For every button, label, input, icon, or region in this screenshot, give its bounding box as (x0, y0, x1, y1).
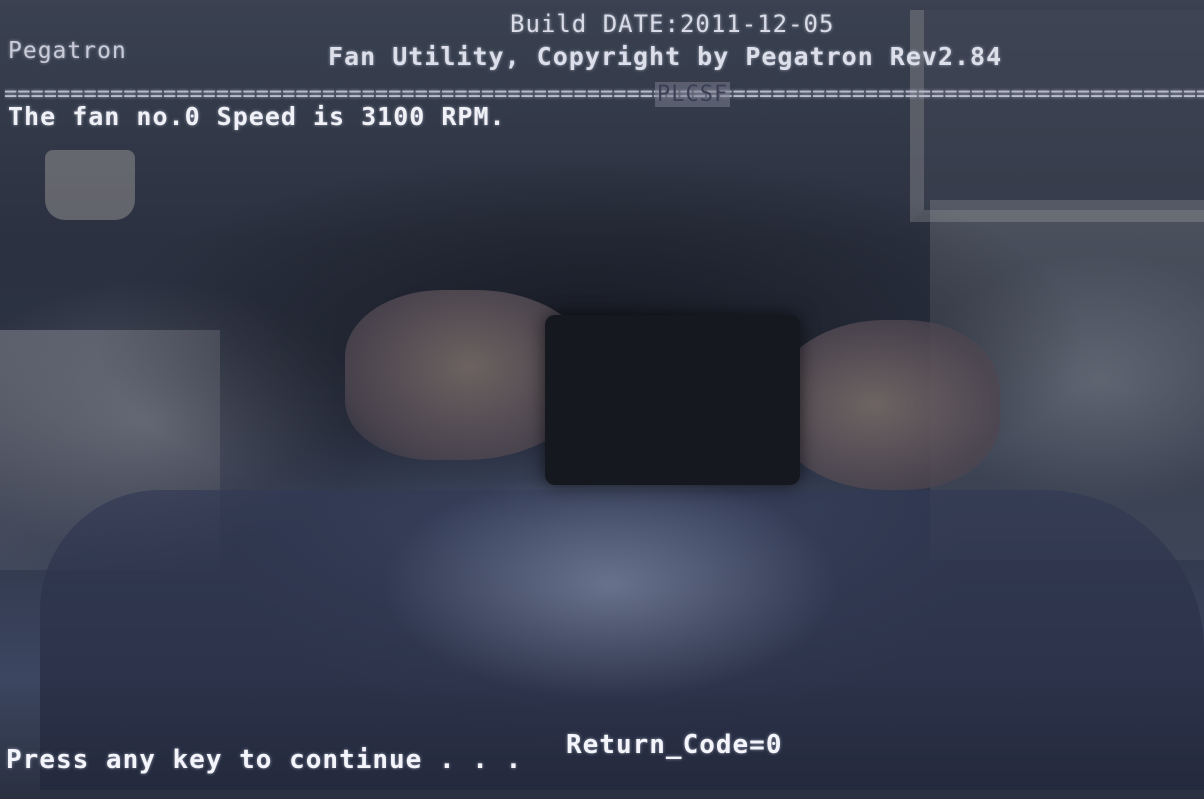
separator-label: PLCSF (655, 82, 731, 107)
right-hand-reflection (770, 320, 1000, 490)
desk-left-reflection (0, 330, 220, 570)
camera-device-reflection (545, 315, 800, 485)
screen-glare (380, 470, 840, 700)
mug-reflection (45, 150, 135, 220)
continue-prompt[interactable]: Press any key to continue . . . (6, 745, 522, 775)
left-hand-reflection (345, 290, 595, 460)
return-code-text: Return_Code=0 (566, 730, 783, 760)
vendor-name: Pegatron (8, 38, 127, 64)
build-date-text: Build DATE:2011-12-05 (510, 10, 835, 38)
fan-speed-output: The fan no.0 Speed is 3100 RPM. (8, 102, 506, 131)
utility-title: Fan Utility, Copyright by Pegatron Rev2.… (328, 42, 1003, 71)
dos-console-screen[interactable]: Build DATE:2011-12-05 Pegatron Fan Utili… (0, 0, 1204, 799)
desk-right-reflection (930, 200, 1204, 560)
person-reflection (90, 150, 1090, 530)
